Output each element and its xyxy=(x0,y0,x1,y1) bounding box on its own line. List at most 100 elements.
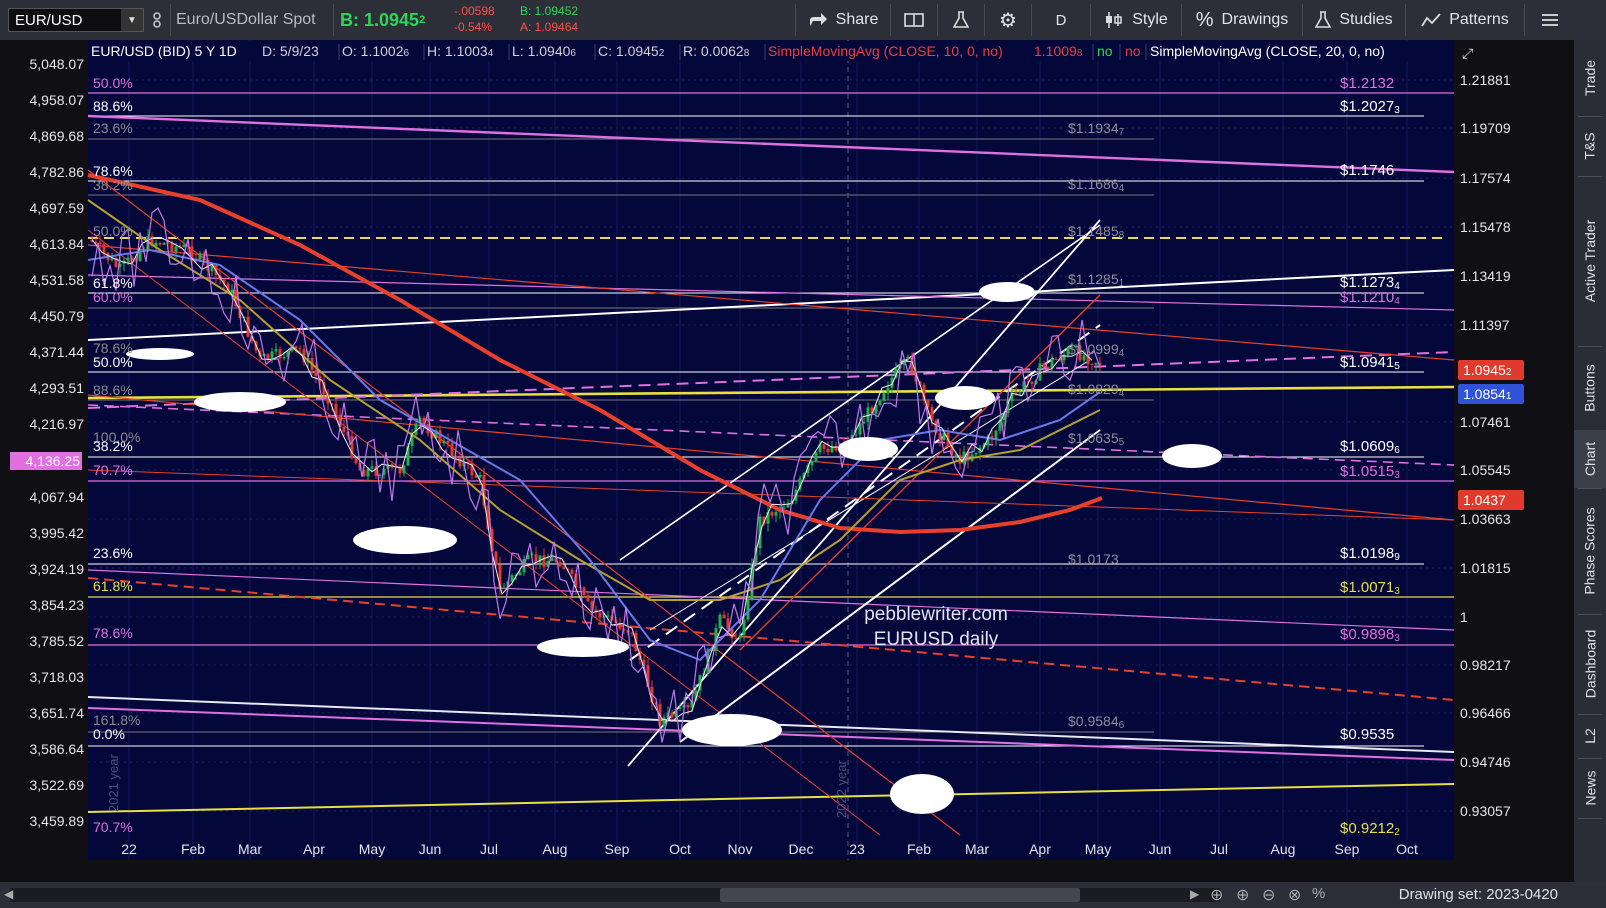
menu-icon[interactable] xyxy=(1530,0,1570,40)
price-level-label: $1.01989 xyxy=(1340,545,1400,563)
candle-body xyxy=(822,444,826,449)
side-tab-l2[interactable]: L2 xyxy=(1574,714,1606,758)
ellipse-annotation xyxy=(126,348,194,360)
side-tab-phase-scores[interactable]: Phase Scores xyxy=(1574,488,1606,614)
fib-percent-label: 60.0% xyxy=(93,289,133,305)
drawings-button[interactable]: % Drawings xyxy=(1186,0,1298,40)
candle-body xyxy=(198,253,202,260)
gear-icon[interactable]: ⚙ xyxy=(989,0,1027,40)
price-level-label-muted: $1.14858 xyxy=(1068,223,1125,241)
fib-percent-label: 38.2% xyxy=(93,177,133,193)
x-axis-label: Aug xyxy=(1271,841,1296,857)
style-button[interactable]: Style xyxy=(1095,0,1177,40)
candle-body xyxy=(1054,359,1058,361)
candle-body xyxy=(738,634,742,639)
right-axis-label: 1.21881 xyxy=(1460,72,1511,88)
left-axis-label: 4,216.97 xyxy=(30,416,85,432)
price-level-label: $1.1746 xyxy=(1340,162,1394,179)
year-label: 2021 year xyxy=(106,754,121,812)
candle-body xyxy=(354,458,358,464)
side-tab-bar: Trade T&S Active Trader Buttons Chart Phase S… xyxy=(1574,40,1606,892)
share-icon xyxy=(809,13,827,26)
bottom-bar: ◀ ▶ ⊕ ⊕ ⊖ ⊗ % Drawing set: 2023-0420 xyxy=(0,882,1606,908)
zoom-in-icon[interactable]: ⊕ xyxy=(1236,885,1249,905)
left-axis-label: 3,854.23 xyxy=(30,597,85,613)
left-axis-label: 3,785.52 xyxy=(30,633,85,649)
chevron-down-icon[interactable]: ▼ xyxy=(121,9,143,31)
x-axis-label: Feb xyxy=(181,841,205,857)
price-level-label-muted: $1.12851 xyxy=(1068,271,1125,289)
link-icon[interactable] xyxy=(148,0,166,40)
x-axis-label: Sep xyxy=(1335,841,1360,857)
candle-body xyxy=(562,566,566,570)
percent-scale-icon[interactable]: % xyxy=(1312,885,1325,902)
candle-body xyxy=(1042,363,1046,367)
candle-body xyxy=(334,403,338,415)
scroll-right-icon[interactable]: ▶ xyxy=(1190,887,1199,901)
right-axis-label: 1 xyxy=(1460,609,1468,625)
candle-body xyxy=(882,393,886,401)
side-tab-buttons[interactable]: Buttons xyxy=(1574,346,1606,430)
right-axis-label: 1.07461 xyxy=(1460,414,1511,430)
flask-icon xyxy=(1315,11,1332,28)
x-axis-label: May xyxy=(359,841,385,857)
price-chart[interactable]: pebblewriter.com EURUSD daily 50.0% 88.6% 2… xyxy=(0,40,1574,882)
scroll-left-icon[interactable]: ◀ xyxy=(4,887,13,901)
zoom-out-icon[interactable]: ⊖ xyxy=(1262,885,1275,905)
left-axis-label: 4,371.44 xyxy=(30,344,85,360)
candle-body xyxy=(722,614,726,619)
fib-percent-label: 23.6% xyxy=(93,120,133,136)
left-axis-label: 3,586.64 xyxy=(30,741,85,757)
side-tab-trade[interactable]: Trade xyxy=(1574,40,1606,116)
right-axis-label: 1.15478 xyxy=(1460,219,1511,235)
candle-body xyxy=(718,614,722,629)
side-tab-t-s[interactable]: T&S xyxy=(1574,116,1606,176)
price-level-label: $1.20273 xyxy=(1340,98,1400,116)
candle-body xyxy=(370,466,374,469)
side-tab-label: Phase Scores xyxy=(1582,507,1599,595)
share-button[interactable]: Share xyxy=(800,0,886,40)
candle-body xyxy=(734,638,738,640)
drawing-set-label[interactable]: Drawing set: 2023-0420 xyxy=(1399,886,1558,903)
ellipse-annotation xyxy=(1162,444,1222,468)
candle-body xyxy=(866,407,870,422)
right-axis-label: 1.05545 xyxy=(1460,462,1511,478)
x-axis-label: Apr xyxy=(303,841,325,857)
right-axis-label: 1.11397 xyxy=(1460,317,1510,333)
chart-header-field: D: 5/9/23 xyxy=(262,43,319,59)
left-axis xyxy=(0,40,88,860)
flask-icon[interactable] xyxy=(942,0,980,40)
candle-body xyxy=(502,587,506,589)
grid-layout-icon[interactable] xyxy=(895,0,933,40)
chart-header-field: C: 1.09452 xyxy=(598,43,665,59)
fib-percent-label: 23.6% xyxy=(93,545,133,561)
patterns-button[interactable]: Patterns xyxy=(1410,0,1520,40)
fit-icon[interactable]: ⊗ xyxy=(1288,885,1301,905)
candle-body xyxy=(98,242,102,245)
candle-body xyxy=(742,619,746,635)
candle-body xyxy=(446,440,450,444)
period-selector[interactable]: D xyxy=(1036,0,1086,40)
side-tab-active-trader[interactable]: Active Trader xyxy=(1574,176,1606,346)
left-axis-label: 3,995.42 xyxy=(30,525,85,541)
side-tab-dashboard[interactable]: Dashboard xyxy=(1574,614,1606,714)
bid-ask-box: B: 1.09452 A: 1.09464 xyxy=(520,3,600,35)
symbol-selector[interactable]: EUR/USD ▼ xyxy=(8,8,144,32)
left-axis-label: 4,136.25 xyxy=(26,453,81,469)
fib-percent-label: 38.2% xyxy=(93,438,133,454)
ellipse-annotation xyxy=(838,437,898,461)
scrollbar-thumb[interactable] xyxy=(720,888,1080,902)
candle-body xyxy=(442,440,446,444)
side-tab-news[interactable]: News xyxy=(1574,758,1606,818)
candle-body xyxy=(1046,366,1050,369)
side-tab-chart[interactable]: Chart xyxy=(1574,430,1606,488)
side-tab-label: Trade xyxy=(1582,59,1598,97)
crosshair-icon[interactable]: ⊕ xyxy=(1210,885,1223,905)
price-level-label-muted: $1.16864 xyxy=(1068,176,1125,194)
candle-body xyxy=(570,569,574,574)
side-tab-label: Active Trader xyxy=(1582,219,1599,303)
studies-button[interactable]: Studies xyxy=(1307,0,1401,40)
price-level-label: $1.2132 xyxy=(1340,75,1394,92)
candle-body xyxy=(678,707,682,709)
price-tag-label: 1.09452 xyxy=(1463,362,1512,378)
